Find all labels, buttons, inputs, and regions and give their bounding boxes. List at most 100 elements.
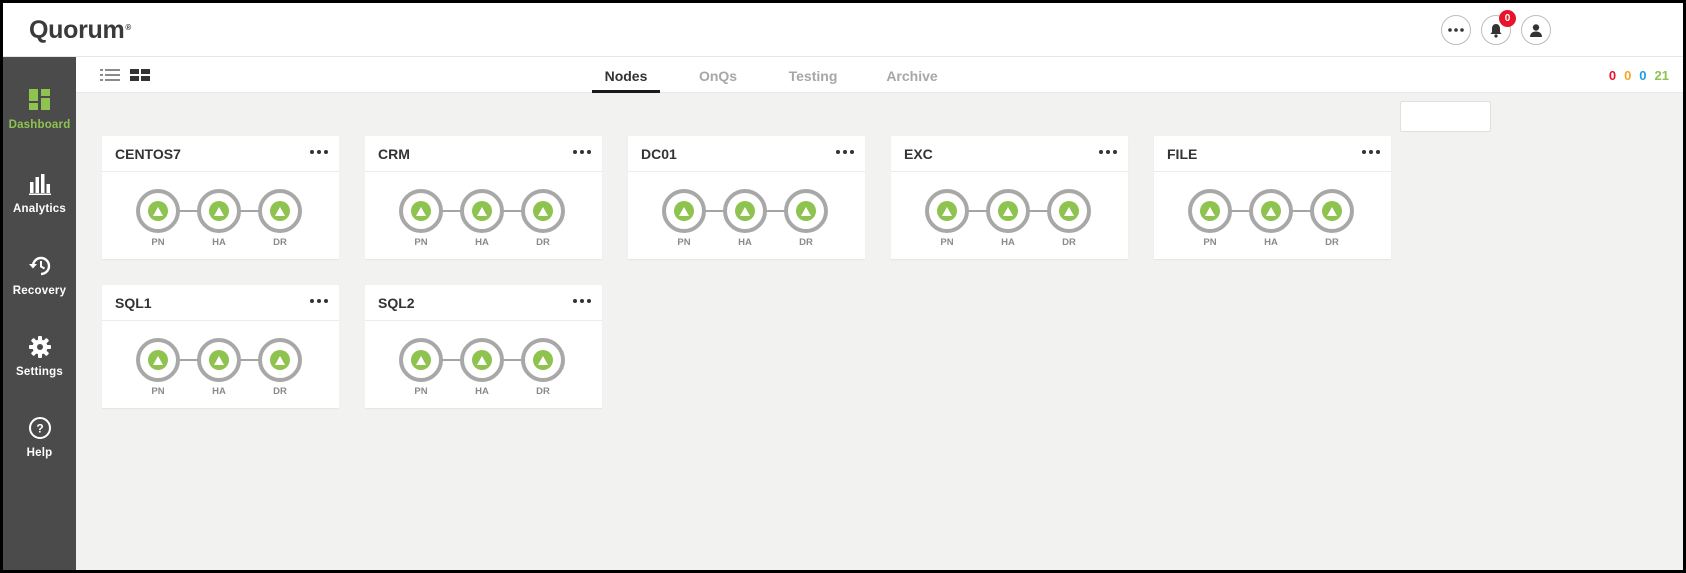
node-status-pn[interactable] [136, 189, 180, 233]
node-status-ha[interactable] [1249, 189, 1293, 233]
sidebar-item-dashboard[interactable]: Dashboard [3, 87, 76, 151]
more-options-button[interactable] [1441, 15, 1471, 45]
notifications-button[interactable]: 0 [1481, 10, 1516, 45]
node-status-pn[interactable] [136, 338, 180, 382]
card-header: FILE [1154, 136, 1391, 172]
node-status-dr[interactable] [521, 338, 565, 382]
node-label: PN [414, 237, 428, 248]
node-card[interactable]: EXC PN HA DR [891, 136, 1128, 259]
user-icon [1530, 23, 1542, 37]
tab-bar: Nodes OnQs Testing Archive 0 0 0 21 [76, 57, 1683, 93]
sidebar-item-label: Analytics [13, 203, 66, 215]
status-ok-icon [411, 350, 431, 370]
logo-text: Quorum [29, 15, 125, 44]
node-status-ha[interactable] [723, 189, 767, 233]
ellipsis-icon [1448, 28, 1464, 32]
node-chain: PN HA DR [628, 172, 865, 259]
card-menu-button[interactable] [573, 145, 591, 159]
tab-onqs[interactable]: OnQs [688, 57, 748, 93]
node-label: HA [212, 237, 226, 248]
card-header: CENTOS7 [102, 136, 339, 172]
node-status-dr[interactable] [1310, 189, 1354, 233]
node-card[interactable]: FILE PN HA DR [1154, 136, 1391, 259]
status-ok-icon [148, 350, 168, 370]
node-status-pn[interactable] [399, 189, 443, 233]
sidebar-item-label: Dashboard [8, 119, 71, 131]
sidebar-item-settings[interactable]: Settings [3, 334, 76, 398]
registered-mark: ® [125, 22, 132, 32]
grid-view-button[interactable] [130, 68, 150, 87]
user-profile-button[interactable] [1521, 15, 1551, 45]
card-menu-button[interactable] [310, 294, 328, 308]
card-header: DC01 [628, 136, 865, 172]
sidebar-item-label: Settings [16, 366, 63, 378]
node-status-pn[interactable] [399, 338, 443, 382]
node-label: HA [475, 386, 489, 397]
gear-icon [28, 334, 51, 360]
card-menu-button[interactable] [1362, 145, 1380, 159]
node-label: DR [273, 237, 287, 248]
node-status-dr[interactable] [258, 338, 302, 382]
node-status-ha[interactable] [460, 189, 504, 233]
node-card[interactable]: CRM PN HA DR [365, 136, 602, 259]
card-title: DC01 [641, 146, 677, 162]
node-status-dr[interactable] [258, 189, 302, 233]
card-menu-button[interactable] [836, 145, 854, 159]
node-label: HA [212, 386, 226, 397]
node-status-ha[interactable] [197, 189, 241, 233]
card-menu-button[interactable] [573, 294, 591, 308]
node-status-pn[interactable] [1188, 189, 1232, 233]
node-card[interactable]: CENTOS7 PN HA DR [102, 136, 339, 259]
card-menu-button[interactable] [1099, 145, 1117, 159]
sidebar-item-recovery[interactable]: Recovery [3, 253, 76, 317]
bar-chart-icon [28, 171, 51, 197]
node-label: HA [475, 237, 489, 248]
node-status-ha[interactable] [460, 338, 504, 382]
notification-badge: 0 [1499, 10, 1516, 27]
node-card[interactable]: SQL2 PN HA DR [365, 285, 602, 408]
node-label: HA [1264, 237, 1278, 248]
count-green: 21 [1654, 68, 1669, 83]
list-icon [100, 69, 120, 81]
list-view-button[interactable] [100, 68, 120, 87]
sidebar-item-analytics[interactable]: Analytics [3, 171, 76, 235]
dashboard-icon [28, 87, 51, 113]
status-ok-icon [209, 350, 229, 370]
count-orange: 0 [1624, 68, 1632, 83]
card-header: SQL2 [365, 285, 602, 321]
quorum-logo[interactable]: Quorum ® [29, 15, 131, 45]
node-label: DR [536, 237, 550, 248]
tab-testing[interactable]: Testing [778, 57, 848, 93]
svg-text:?: ? [36, 422, 43, 436]
sidebar-item-label: Recovery [12, 285, 67, 297]
node-label: PN [151, 237, 165, 248]
node-label: PN [414, 386, 428, 397]
node-status-ha[interactable] [197, 338, 241, 382]
sidebar-item-help[interactable]: ? Help [3, 415, 76, 479]
node-status-dr[interactable] [1047, 189, 1091, 233]
node-card[interactable]: DC01 PN HA DR [628, 136, 865, 259]
node-status-ha[interactable] [986, 189, 1030, 233]
count-blue: 0 [1639, 68, 1647, 83]
card-title: FILE [1167, 146, 1198, 162]
node-label: DR [1325, 237, 1339, 248]
status-ok-icon [270, 201, 290, 221]
node-status-pn[interactable] [925, 189, 969, 233]
card-menu-button[interactable] [310, 145, 328, 159]
filter-input[interactable] [1400, 101, 1491, 132]
help-icon: ? [28, 415, 52, 441]
node-label: PN [151, 386, 165, 397]
node-label: DR [1062, 237, 1076, 248]
node-label: PN [677, 237, 691, 248]
node-status-dr[interactable] [521, 189, 565, 233]
node-chain: PN HA DR [102, 172, 339, 259]
node-label: PN [940, 237, 954, 248]
node-status-pn[interactable] [662, 189, 706, 233]
node-status-dr[interactable] [784, 189, 828, 233]
tab-archive[interactable]: Archive [878, 57, 946, 93]
status-ok-icon [472, 350, 492, 370]
node-chain: PN HA DR [365, 172, 602, 259]
node-card[interactable]: SQL1 PN HA DR [102, 285, 339, 408]
status-ok-icon [209, 201, 229, 221]
tab-nodes[interactable]: Nodes [592, 57, 660, 93]
